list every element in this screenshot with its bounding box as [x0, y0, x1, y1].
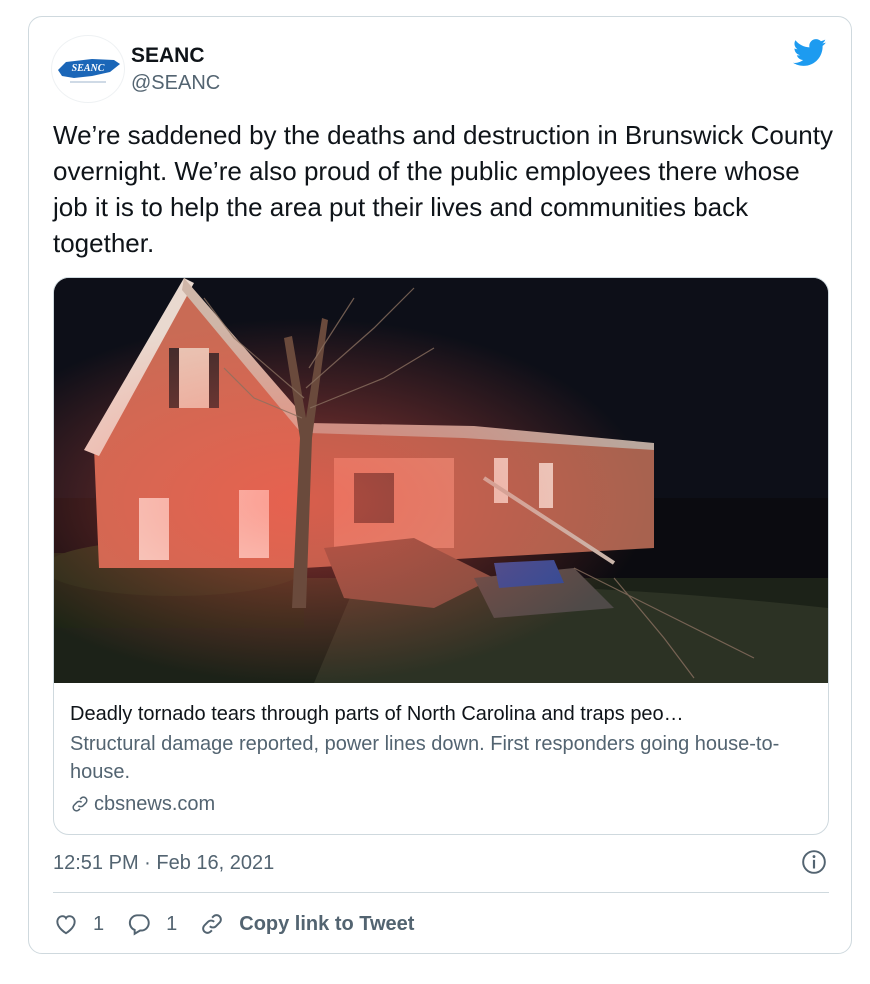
link-card-meta: Deadly tornado tears through parts of No… — [70, 700, 814, 818]
tweet-actions: 1 1 Copy link to Tweet — [53, 905, 436, 943]
author-name[interactable]: SEANC — [131, 43, 220, 69]
reply-count: 1 — [166, 912, 178, 935]
link-card-domain: cbsnews.com — [70, 790, 814, 818]
twitter-bird-icon[interactable] — [793, 39, 827, 67]
seanc-logo: SEANC — [58, 59, 120, 83]
info-icon[interactable] — [801, 849, 827, 875]
divider — [53, 892, 829, 893]
reply-button[interactable]: 1 — [126, 911, 177, 937]
avatar[interactable]: SEANC — [51, 35, 125, 103]
like-button[interactable]: 1 — [53, 911, 104, 937]
tweet-card: SEANC SEANC @SEANC We’re saddened by the… — [28, 16, 852, 954]
avatar-logo-text: SEANC — [72, 63, 105, 74]
link-icon — [72, 796, 88, 812]
heart-icon — [56, 915, 76, 935]
link-card-description: Structural damage reported, power lines … — [70, 733, 780, 783]
link-preview-card[interactable]: Deadly tornado tears through parts of No… — [53, 277, 829, 835]
reply-icon — [129, 914, 150, 936]
link-card-title: Deadly tornado tears through parts of No… — [70, 703, 684, 725]
link-icon — [202, 914, 223, 934]
like-count: 1 — [93, 912, 105, 935]
copy-link-label: Copy link to Tweet — [239, 912, 415, 935]
tweet-text: We’re saddened by the deaths and destruc… — [53, 120, 833, 258]
tornado-damage-photo — [54, 278, 828, 683]
author-handle[interactable]: @SEANC — [131, 69, 220, 97]
link-card-domain-text: cbsnews.com — [94, 793, 216, 815]
tweet-timestamp[interactable]: 12:51 PM · Feb 16, 2021 — [53, 849, 274, 877]
copy-link-button[interactable]: Copy link to Tweet — [199, 911, 414, 937]
author-block: SEANC @SEANC — [131, 43, 220, 97]
